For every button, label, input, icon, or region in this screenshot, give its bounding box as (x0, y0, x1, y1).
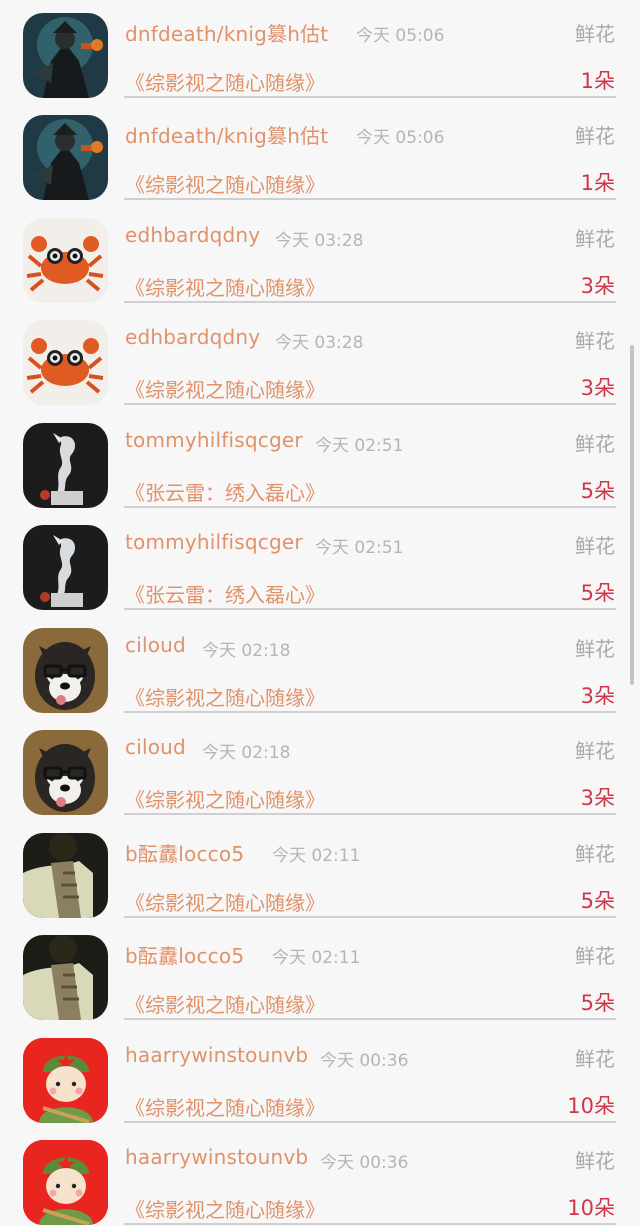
gift-record-row[interactable]: dnfdeath/knig篡h估t 今天 05:06 鲜花 《综影视之随心随缘》… (0, 102, 640, 204)
gift-record-row[interactable]: edhbardqdny 今天 03:28 鲜花 《综影视之随心随缘》 3朵 (0, 205, 640, 307)
row-divider (124, 608, 616, 610)
row-divider (124, 301, 616, 303)
husky-glasses-avatar-icon[interactable] (23, 628, 108, 713)
gift-record-row[interactable]: tommyhilfisqcger 今天 02:51 鲜花 《张云雷：绣入磊心》 … (0, 410, 640, 512)
gift-type: 鲜花 (575, 1047, 615, 1071)
scarf-person-avatar-icon[interactable] (23, 833, 108, 918)
sender-username[interactable]: b酝纛locco5 (125, 940, 244, 969)
gift-count: 10朵 (567, 1196, 615, 1220)
husky-glasses-avatar-icon[interactable] (23, 730, 108, 815)
gift-count: 5朵 (580, 479, 615, 503)
gift-type: 鲜花 (575, 432, 615, 456)
gift-time: 今天 02:51 (315, 538, 404, 558)
cartoon-soldier-avatar-icon[interactable] (23, 1140, 108, 1225)
book-title-link[interactable]: 《综影视之随心随缘》 (125, 682, 325, 711)
row-divider (124, 916, 616, 918)
row-divider (124, 96, 616, 98)
book-title-link[interactable]: 《张云雷：绣入磊心》 (125, 579, 325, 608)
gift-record-row[interactable]: ciloud 今天 02:18 鲜花 《综影视之随心随缘》 3朵 (0, 615, 640, 717)
gift-time: 今天 02:11 (272, 948, 361, 968)
gift-type: 鲜花 (575, 329, 615, 353)
sender-username[interactable]: haarrywinstounvb (125, 1043, 308, 1067)
book-title-link[interactable]: 《张云雷：绣入磊心》 (125, 477, 325, 506)
sender-username[interactable]: dnfdeath/knig篡h估t (125, 18, 328, 47)
gift-time: 今天 03:28 (275, 231, 364, 251)
gift-record-row[interactable]: tommyhilfisqcger 今天 02:51 鲜花 《张云雷：绣入磊心》 … (0, 512, 640, 614)
dark-knight-avatar-icon[interactable] (23, 115, 108, 200)
gift-time: 今天 00:36 (320, 1153, 409, 1173)
gift-time: 今天 02:51 (315, 436, 404, 456)
gift-count: 1朵 (580, 171, 615, 195)
gift-record-row[interactable]: b酝纛locco5 今天 02:11 鲜花 《综影视之随心随缘》 5朵 (0, 922, 640, 1024)
glass-horse-avatar-icon[interactable] (23, 525, 108, 610)
row-divider (124, 506, 616, 508)
gift-time: 今天 02:18 (202, 743, 291, 763)
gift-record-row[interactable]: haarrywinstounvb 今天 00:36 鲜花 《综影视之随心随缘》 … (0, 1025, 640, 1127)
scarf-person-avatar-icon[interactable] (23, 935, 108, 1020)
gift-time: 今天 05:06 (356, 128, 445, 148)
gift-count: 10朵 (567, 1094, 615, 1118)
gift-list: dnfdeath/knig篡h估t 今天 05:06 鲜花 《综影视之随心随缘》… (0, 0, 640, 1226)
row-divider (124, 1018, 616, 1020)
sender-username[interactable]: edhbardqdny (125, 223, 260, 247)
gift-record-row[interactable]: haarrywinstounvb 今天 00:36 鲜花 《综影视之随心随缘》 … (0, 1127, 640, 1226)
gift-record-row[interactable]: ciloud 今天 02:18 鲜花 《综影视之随心随缘》 3朵 (0, 717, 640, 819)
row-divider (124, 1121, 616, 1123)
book-title-link[interactable]: 《综影视之随心随缘》 (125, 272, 325, 301)
book-title-link[interactable]: 《综影视之随心随缘》 (125, 1194, 325, 1223)
glass-horse-avatar-icon[interactable] (23, 423, 108, 508)
row-divider (124, 711, 616, 713)
row-divider (124, 1223, 616, 1225)
sender-username[interactable]: ciloud (125, 735, 186, 759)
gift-type: 鲜花 (575, 534, 615, 558)
book-title-link[interactable]: 《综影视之随心随缘》 (125, 784, 325, 813)
gift-type: 鲜花 (575, 944, 615, 968)
gift-type: 鲜花 (575, 1149, 615, 1173)
book-title-link[interactable]: 《综影视之随心随缘》 (125, 67, 325, 96)
gift-count: 5朵 (580, 889, 615, 913)
row-divider (124, 813, 616, 815)
dark-knight-avatar-icon[interactable] (23, 13, 108, 98)
crab-avatar-icon[interactable] (23, 320, 108, 405)
gift-count: 3朵 (580, 786, 615, 810)
gift-record-row[interactable]: edhbardqdny 今天 03:28 鲜花 《综影视之随心随缘》 3朵 (0, 307, 640, 409)
gift-count: 1朵 (580, 69, 615, 93)
gift-type: 鲜花 (575, 22, 615, 46)
sender-username[interactable]: tommyhilfisqcger (125, 428, 303, 452)
gift-record-row[interactable]: b酝纛locco5 今天 02:11 鲜花 《综影视之随心随缘》 5朵 (0, 820, 640, 922)
scrollbar[interactable] (630, 345, 634, 685)
sender-username[interactable]: ciloud (125, 633, 186, 657)
gift-record-row[interactable]: dnfdeath/knig篡h估t 今天 05:06 鲜花 《综影视之随心随缘》… (0, 0, 640, 102)
gift-time: 今天 02:18 (202, 641, 291, 661)
gift-type: 鲜花 (575, 637, 615, 661)
sender-username[interactable]: tommyhilfisqcger (125, 530, 303, 554)
gift-time: 今天 00:36 (320, 1051, 409, 1071)
row-divider (124, 198, 616, 200)
book-title-link[interactable]: 《综影视之随心随缘》 (125, 374, 325, 403)
row-divider (124, 403, 616, 405)
gift-time: 今天 05:06 (356, 26, 445, 46)
cartoon-soldier-avatar-icon[interactable] (23, 1038, 108, 1123)
sender-username[interactable]: dnfdeath/knig篡h估t (125, 120, 328, 149)
book-title-link[interactable]: 《综影视之随心随缘》 (125, 887, 325, 916)
gift-type: 鲜花 (575, 227, 615, 251)
book-title-link[interactable]: 《综影视之随心随缘》 (125, 989, 325, 1018)
book-title-link[interactable]: 《综影视之随心随缘》 (125, 169, 325, 198)
gift-time: 今天 03:28 (275, 333, 364, 353)
sender-username[interactable]: edhbardqdny (125, 325, 260, 349)
sender-username[interactable]: haarrywinstounvb (125, 1145, 308, 1169)
gift-count: 5朵 (580, 991, 615, 1015)
gift-count: 3朵 (580, 684, 615, 708)
gift-count: 3朵 (580, 376, 615, 400)
gift-time: 今天 02:11 (272, 846, 361, 866)
gift-type: 鲜花 (575, 124, 615, 148)
gift-type: 鲜花 (575, 739, 615, 763)
gift-count: 3朵 (580, 274, 615, 298)
sender-username[interactable]: b酝纛locco5 (125, 838, 244, 867)
crab-avatar-icon[interactable] (23, 218, 108, 303)
book-title-link[interactable]: 《综影视之随心随缘》 (125, 1092, 325, 1121)
gift-count: 5朵 (580, 581, 615, 605)
gift-type: 鲜花 (575, 842, 615, 866)
